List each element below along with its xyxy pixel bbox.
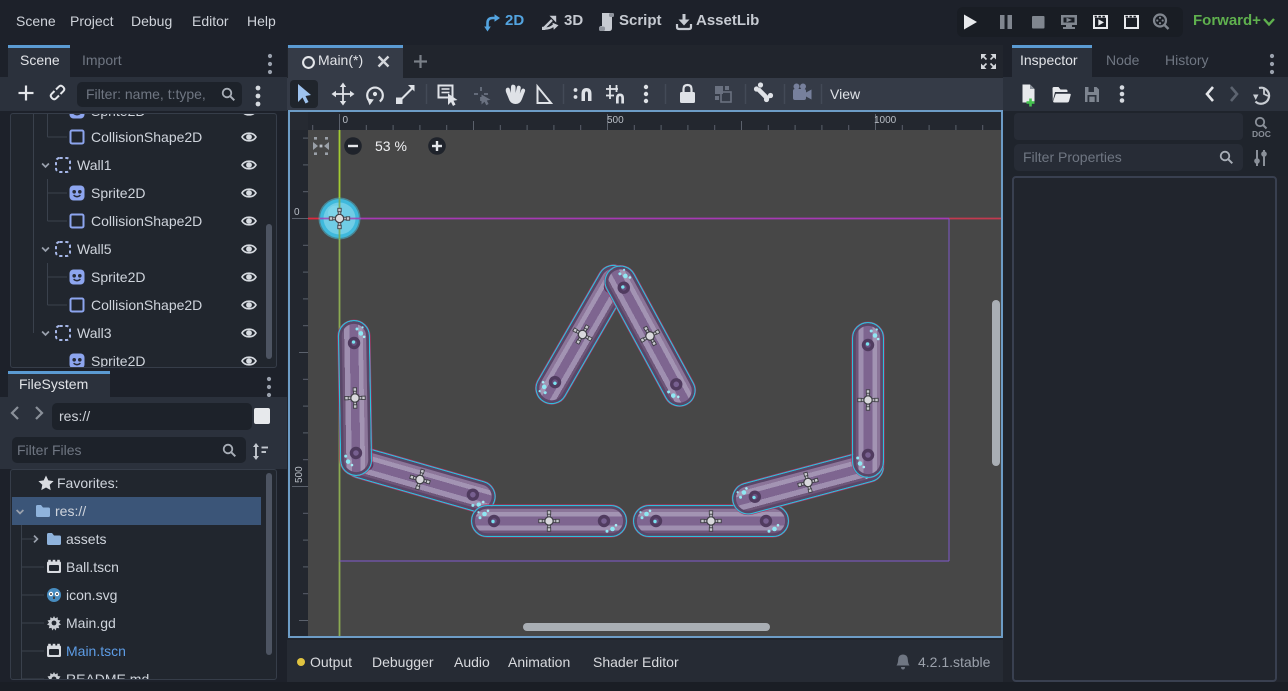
svg-text:assets: assets	[66, 531, 106, 547]
svg-text:View: View	[830, 86, 861, 102]
svg-text:Wall5: Wall5	[77, 241, 112, 257]
svg-text:500: 500	[607, 115, 624, 126]
svg-text:Sprite2D: Sprite2D	[91, 353, 145, 367]
svg-text:Favorites:: Favorites:	[57, 475, 118, 491]
svg-text:icon.svg: icon.svg	[66, 587, 117, 603]
svg-text:0: 0	[343, 115, 349, 126]
svg-text:Sprite2D: Sprite2D	[91, 114, 145, 119]
svg-text:Wall1: Wall1	[77, 157, 112, 173]
svg-text:500: 500	[294, 466, 305, 483]
svg-text:CollisionShape2D: CollisionShape2D	[91, 213, 202, 229]
svg-text:README.md: README.md	[66, 671, 149, 679]
svg-text:Sprite2D: Sprite2D	[91, 269, 145, 285]
svg-text:Sprite2D: Sprite2D	[91, 185, 145, 201]
svg-text:Ball.tscn: Ball.tscn	[66, 559, 119, 575]
svg-text:DOC: DOC	[1252, 129, 1271, 139]
svg-text:Main.tscn: Main.tscn	[66, 643, 126, 659]
svg-text:1000: 1000	[874, 115, 897, 126]
svg-text:Main.gd: Main.gd	[66, 615, 116, 631]
svg-text:CollisionShape2D: CollisionShape2D	[91, 297, 202, 313]
svg-text:53 %: 53 %	[375, 138, 407, 154]
svg-text:Wall3: Wall3	[77, 325, 112, 341]
svg-text:0: 0	[294, 207, 300, 218]
svg-text:CollisionShape2D: CollisionShape2D	[91, 129, 202, 145]
svg-text:res://: res://	[55, 503, 86, 519]
